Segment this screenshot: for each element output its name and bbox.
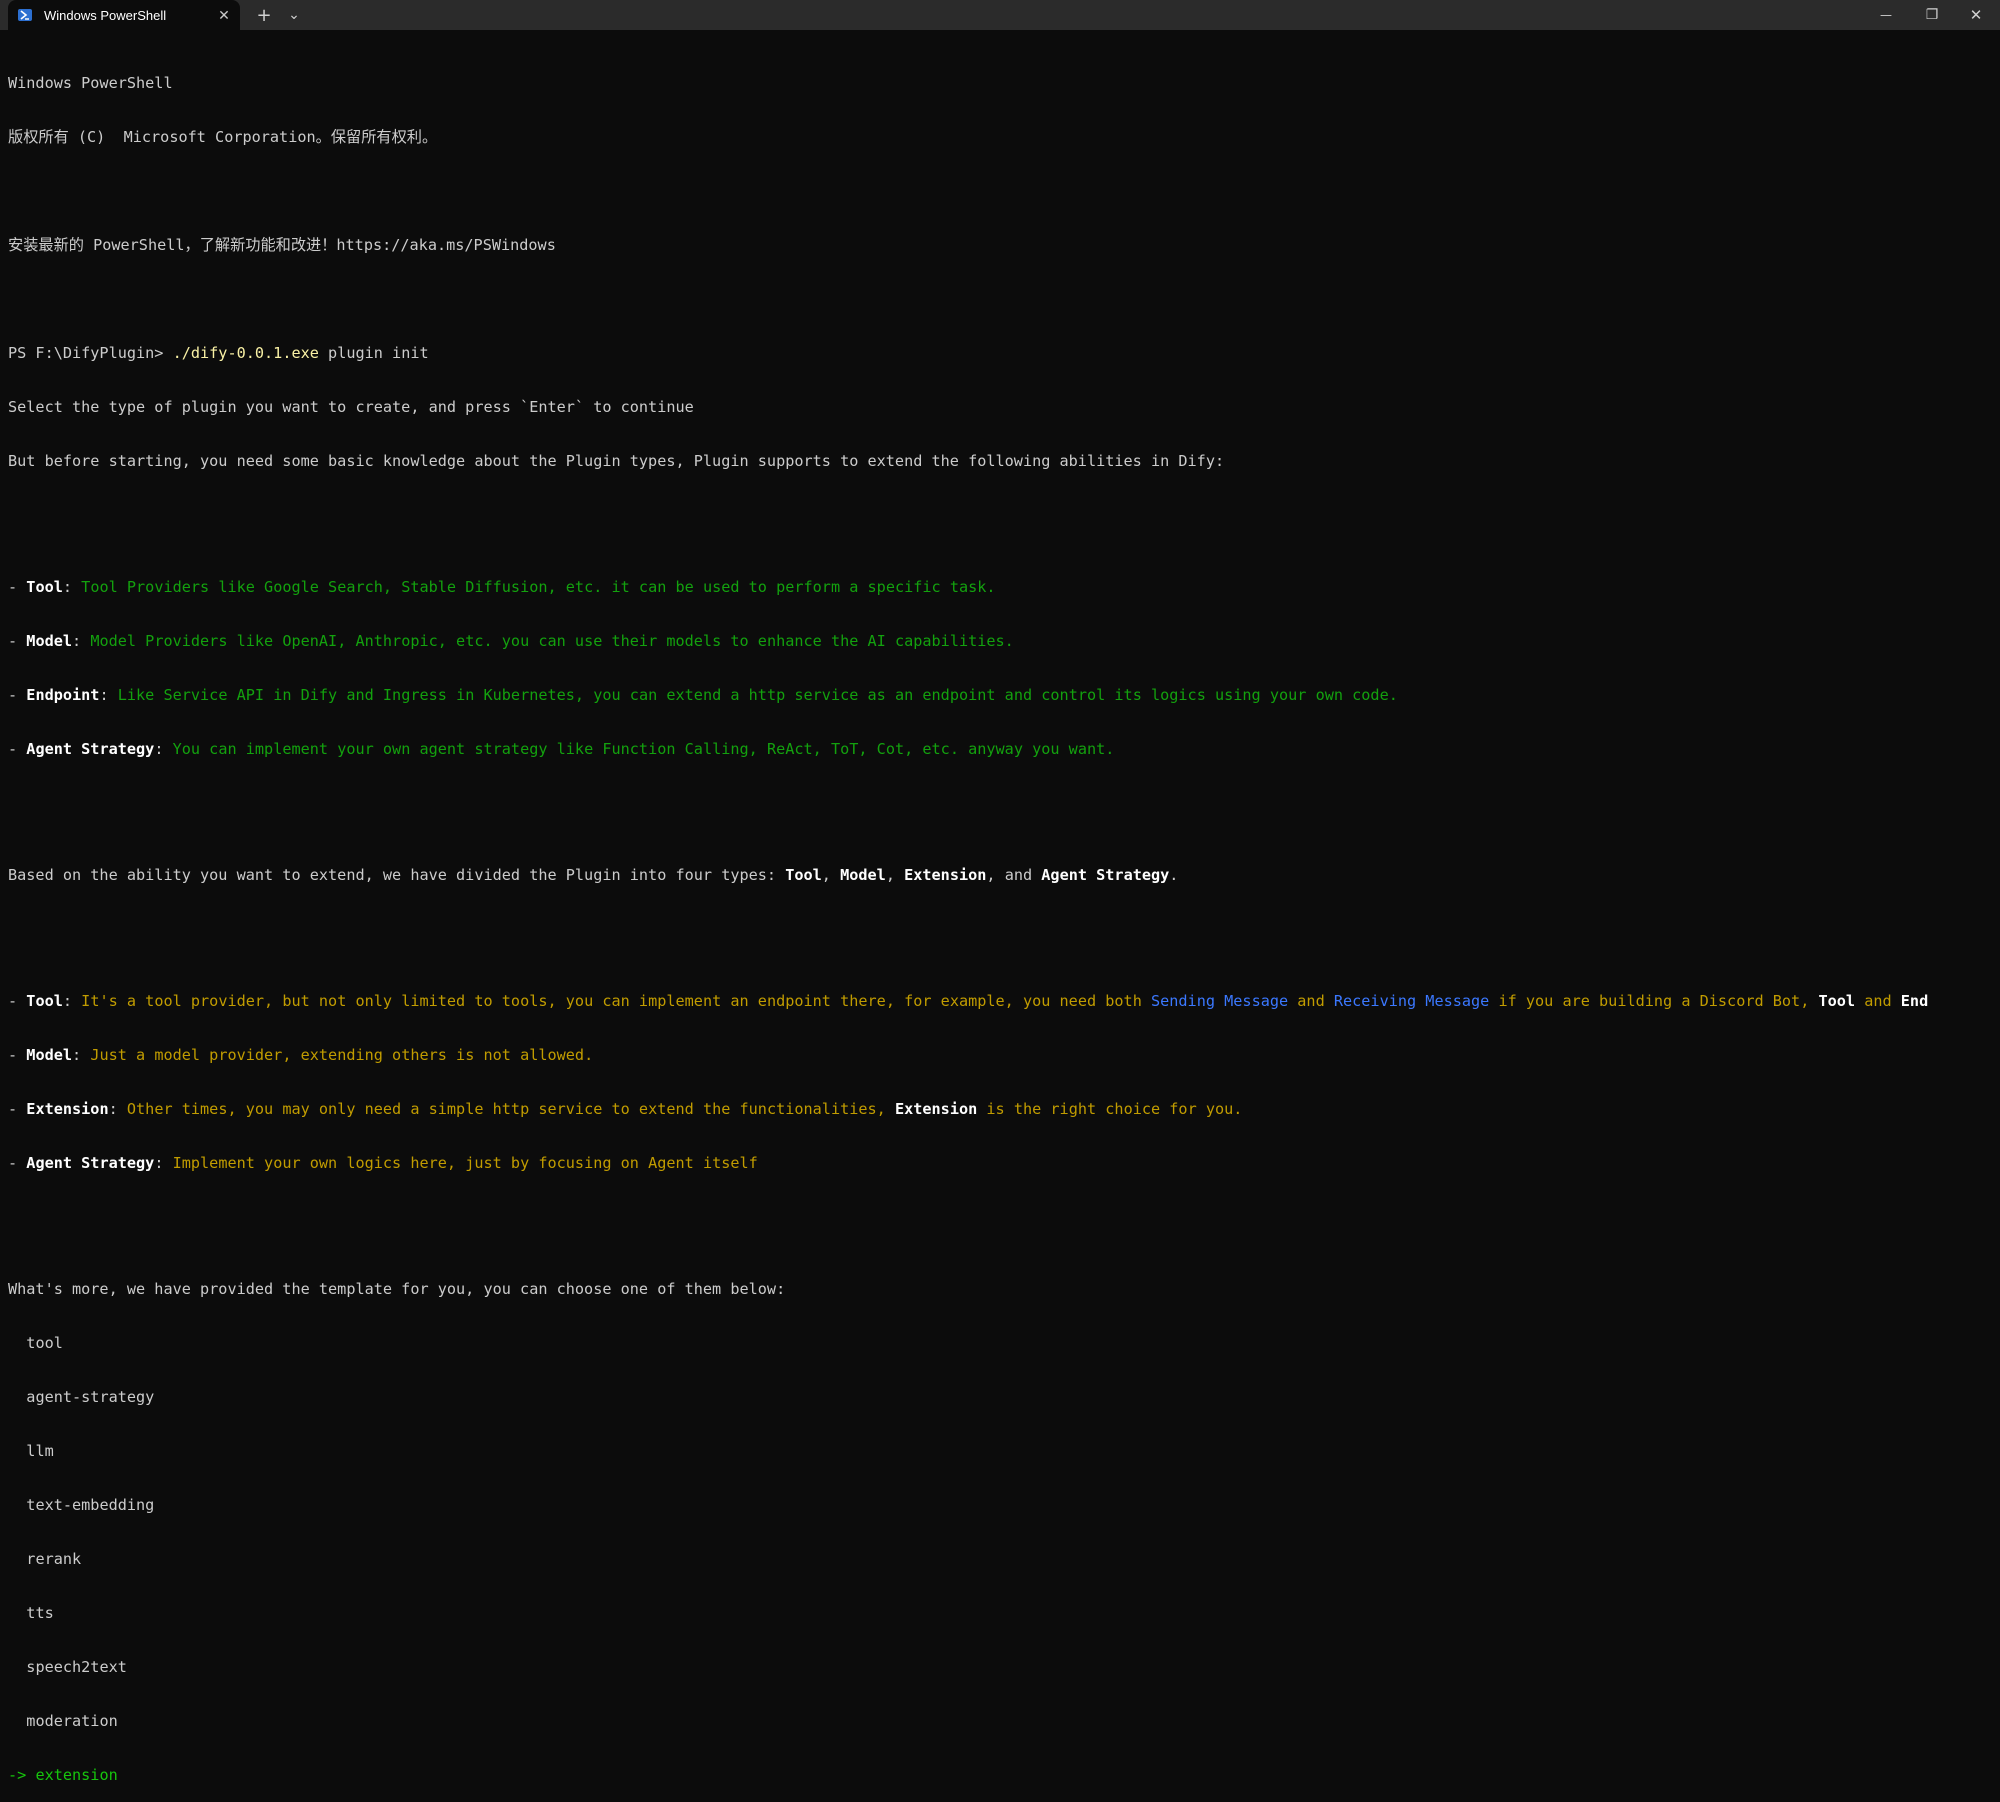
tab-windows-powershell[interactable]: Windows PowerShell ✕ — [8, 0, 240, 30]
ability-tool: - Tool: Tool Providers like Google Searc… — [8, 578, 2000, 596]
minimize-button[interactable]: — — [1864, 0, 1908, 30]
type-extension: - Extension: Other times, you may only n… — [8, 1100, 2000, 1118]
command-line: PS F:\DifyPlugin> ./dify-0.0.1.exe plugi… — [8, 344, 2000, 362]
template-option[interactable]: text-embedding — [8, 1496, 2000, 1514]
ability-agent-strategy: - Agent Strategy: You can implement your… — [8, 740, 2000, 758]
install-hint-line: 安装最新的 PowerShell，了解新功能和改进！https://aka.ms… — [8, 236, 2000, 254]
tab-close-icon[interactable]: ✕ — [214, 7, 234, 24]
intro-line: But before starting, you need some basic… — [8, 452, 2000, 470]
command-executable: ./dify-0.0.1.exe — [173, 344, 319, 362]
template-option[interactable]: agent-strategy — [8, 1388, 2000, 1406]
template-option[interactable]: rerank — [8, 1550, 2000, 1568]
template-option[interactable]: speech2text — [8, 1658, 2000, 1676]
powershell-icon — [18, 9, 32, 21]
type-model: - Model: Just a model provider, extendin… — [8, 1046, 2000, 1064]
selection-arrow: -> — [8, 1766, 35, 1784]
banner-line: Windows PowerShell — [8, 74, 2000, 92]
new-tab-button[interactable]: + — [252, 0, 276, 30]
command-args: plugin init — [319, 344, 429, 362]
prompt: PS F:\DifyPlugin> — [8, 344, 173, 362]
template-option[interactable]: tool — [8, 1334, 2000, 1352]
ability-endpoint: - Endpoint: Like Service API in Dify and… — [8, 686, 2000, 704]
copyright-line: 版权所有 (C) Microsoft Corporation。保留所有权利。 — [8, 128, 2000, 146]
template-option[interactable]: llm — [8, 1442, 2000, 1460]
terminal-output[interactable]: Windows PowerShell 版权所有 (C) Microsoft Co… — [8, 38, 2000, 1078]
tab-dropdown-icon[interactable]: ⌄ — [282, 0, 306, 30]
types-summary-line: Based on the ability you want to extend,… — [8, 866, 2000, 884]
maximize-button[interactable]: ❐ — [1910, 0, 1954, 30]
template-option[interactable]: moderation — [8, 1712, 2000, 1730]
close-window-button[interactable]: ✕ — [1954, 0, 1998, 30]
template-option[interactable]: tts — [8, 1604, 2000, 1622]
ability-model: - Model: Model Providers like OpenAI, An… — [8, 632, 2000, 650]
select-instruction: Select the type of plugin you want to cr… — [8, 398, 2000, 416]
template-option-selected[interactable]: -> extension — [8, 1766, 2000, 1784]
template-intro: What's more, we have provided the templa… — [8, 1280, 2000, 1298]
type-agent-strategy: - Agent Strategy: Implement your own log… — [8, 1154, 2000, 1172]
type-tool: - Tool: It's a tool provider, but not on… — [8, 992, 2000, 1010]
title-bar: Windows PowerShell ✕ + ⌄ — ❐ ✕ — [0, 0, 2000, 30]
tab-title: Windows PowerShell — [44, 8, 214, 23]
